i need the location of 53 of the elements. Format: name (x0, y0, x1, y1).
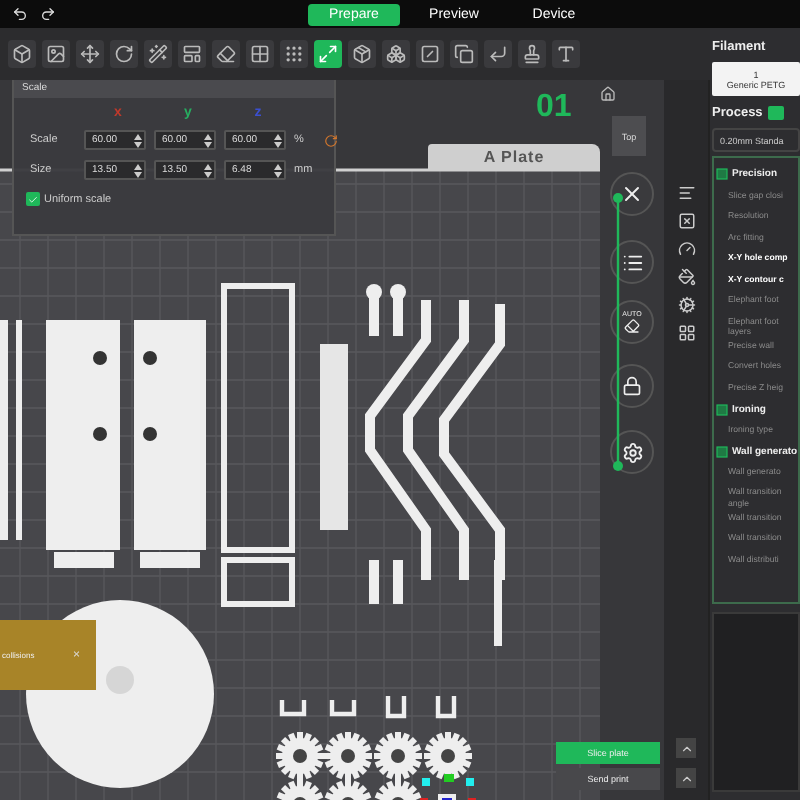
uniform-checkbox[interactable] (26, 192, 40, 206)
redo-icon[interactable] (40, 6, 56, 22)
settings-icon (621, 441, 643, 463)
spinner-icon[interactable] (274, 163, 282, 177)
settings-button[interactable] (610, 430, 654, 474)
text-tool-button[interactable] (552, 40, 580, 68)
undo-icon[interactable] (12, 6, 28, 22)
plate-name: A Plate (428, 144, 600, 170)
copy-tool-button[interactable] (450, 40, 478, 68)
spinner-icon[interactable] (204, 133, 212, 147)
lock-button[interactable] (610, 364, 654, 408)
slash-tool-button[interactable] (416, 40, 444, 68)
gear-icon[interactable] (677, 296, 695, 314)
corner-tool-button[interactable] (484, 40, 512, 68)
cross-box-icon[interactable] (677, 212, 695, 230)
image-tool-button[interactable] (42, 40, 70, 68)
chevron-up-icon (679, 771, 693, 785)
home-icon[interactable] (600, 86, 616, 102)
spinner-icon[interactable] (204, 163, 212, 177)
grid-tool-button[interactable] (246, 40, 274, 68)
bucket-icon[interactable] (677, 268, 695, 286)
expand-button[interactable] (676, 738, 696, 758)
spinner-icon[interactable] (134, 133, 142, 147)
eraser-icon (624, 318, 640, 334)
wand-tool-button[interactable] (144, 40, 172, 68)
gauge-icon[interactable] (677, 240, 695, 258)
scale-tool-button[interactable] (314, 40, 342, 68)
close-icon (620, 182, 644, 206)
cube-tool-button[interactable] (8, 40, 36, 68)
status-badge (768, 105, 785, 119)
layout-tool-button[interactable] (178, 40, 206, 68)
close-button[interactable] (610, 172, 654, 216)
group-icon (716, 403, 728, 416)
group-icon (716, 168, 728, 181)
move-tool-button[interactable] (76, 40, 104, 68)
expand-button[interactable] (676, 768, 696, 788)
grid-icon[interactable] (677, 324, 695, 342)
lock-icon (622, 376, 642, 396)
group-icon (716, 445, 728, 458)
package-tool-button[interactable] (348, 40, 376, 68)
plate-number: 01 (536, 90, 572, 126)
spinner-icon[interactable] (134, 163, 142, 177)
list-button[interactable] (610, 240, 654, 284)
layer-slider[interactable] (613, 193, 623, 471)
list-icon[interactable] (677, 184, 695, 202)
stamp-tool-button[interactable] (518, 40, 546, 68)
eraser-tool-button[interactable] (212, 40, 240, 68)
reset-icon[interactable] (324, 133, 338, 147)
rotate-tool-button[interactable] (110, 40, 138, 68)
spinner-icon[interactable] (274, 133, 282, 147)
chevron-up-icon (679, 741, 693, 755)
boxes-tool-button[interactable] (382, 40, 410, 68)
dots-tool-button[interactable] (280, 40, 308, 68)
